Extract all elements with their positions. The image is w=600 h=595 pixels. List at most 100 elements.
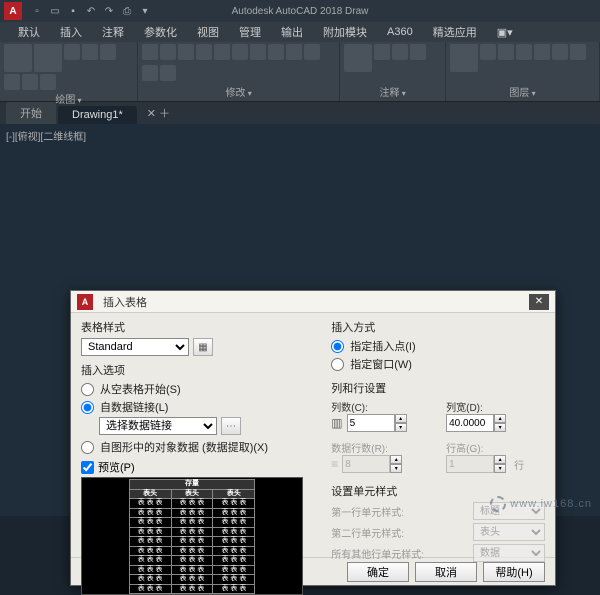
other-row-select: 数据 bbox=[473, 544, 545, 562]
line-tool-icon[interactable] bbox=[4, 44, 32, 72]
tab-annotate[interactable]: 注释 bbox=[92, 22, 134, 42]
cols-input[interactable] bbox=[347, 414, 395, 432]
layer-on-icon[interactable] bbox=[480, 44, 496, 60]
qat-save-icon[interactable]: ▪ bbox=[65, 4, 81, 18]
ribbon-panel-draw: 绘图 bbox=[0, 42, 138, 101]
dialog-icon: A bbox=[77, 294, 93, 310]
new-tab-icon[interactable]: ✕ ＋ bbox=[139, 102, 178, 124]
cancel-button[interactable]: 取消 bbox=[415, 562, 477, 582]
watermark: www.iw168.cn bbox=[490, 496, 592, 512]
rotate-tool-icon[interactable] bbox=[178, 44, 194, 60]
spline-tool-icon[interactable] bbox=[40, 74, 56, 90]
text-tool-icon[interactable] bbox=[344, 44, 372, 72]
rect-tool-icon[interactable] bbox=[100, 44, 116, 60]
qat-undo-icon[interactable]: ↶ bbox=[83, 4, 99, 18]
circle-tool-icon[interactable] bbox=[64, 44, 80, 60]
app-title: Autodesk AutoCAD 2018 Draw bbox=[232, 6, 369, 17]
qat-open-icon[interactable]: ▭ bbox=[47, 4, 63, 18]
file-tabs: 开始 Drawing1* ✕ ＋ bbox=[0, 102, 600, 124]
hatch-tool-icon[interactable] bbox=[22, 74, 38, 90]
spin-up-icon[interactable]: ▴ bbox=[395, 414, 407, 423]
polyline-tool-icon[interactable] bbox=[34, 44, 62, 72]
colw-label: 列宽(D): bbox=[446, 399, 545, 414]
drawing-canvas[interactable]: [-][俯视][二维线框] A 插入表格 ✕ 表格样式 Standard ▦ 插… bbox=[0, 124, 600, 516]
insert-table-dialog: A 插入表格 ✕ 表格样式 Standard ▦ 插入选项 从空表格开始(S) … bbox=[70, 290, 556, 586]
tab-a360[interactable]: A360 bbox=[377, 24, 423, 40]
radio-datalink-label: 自数据链接(L) bbox=[100, 399, 168, 415]
fillet-tool-icon[interactable] bbox=[250, 44, 266, 60]
dialog-titlebar[interactable]: A 插入表格 ✕ bbox=[71, 291, 555, 313]
layer-lock-icon[interactable] bbox=[516, 44, 532, 60]
array-tool-icon[interactable] bbox=[268, 44, 284, 60]
table-tool-icon[interactable] bbox=[410, 44, 426, 60]
radio-extract[interactable] bbox=[81, 441, 94, 454]
close-icon[interactable]: ✕ bbox=[529, 294, 549, 310]
ok-button[interactable]: 确定 bbox=[347, 562, 409, 582]
explode-tool-icon[interactable] bbox=[142, 65, 158, 81]
radio-insert-point[interactable] bbox=[331, 340, 344, 353]
help-button[interactable]: 帮助(H) bbox=[483, 562, 545, 582]
trim-tool-icon[interactable] bbox=[196, 44, 212, 60]
viewport-label[interactable]: [-][俯视][二维线框] bbox=[6, 128, 86, 143]
radio-datalink[interactable] bbox=[81, 401, 94, 414]
tab-overflow-icon[interactable]: ▣▾ bbox=[487, 24, 523, 41]
spin-up-icon[interactable]: ▴ bbox=[494, 414, 506, 423]
offset-tool-icon[interactable] bbox=[286, 44, 302, 60]
preview-label: 预览(P) bbox=[98, 459, 135, 475]
ribbon-panel-modify: 修改 bbox=[138, 42, 340, 101]
tab-insert[interactable]: 插入 bbox=[50, 22, 92, 42]
panel-label-modify[interactable]: 修改 bbox=[142, 83, 335, 99]
tab-parametric[interactable]: 参数化 bbox=[134, 22, 187, 42]
tab-view[interactable]: 视图 bbox=[187, 22, 229, 42]
radio-window[interactable] bbox=[331, 358, 344, 371]
tab-featured[interactable]: 精选应用 bbox=[423, 22, 487, 42]
copy-tool-icon[interactable] bbox=[160, 44, 176, 60]
ellipse-tool-icon[interactable] bbox=[4, 74, 20, 90]
layer-props-icon[interactable] bbox=[450, 44, 478, 72]
layer-prev-icon[interactable] bbox=[570, 44, 586, 60]
layer-match-icon[interactable] bbox=[534, 44, 550, 60]
tab-manage[interactable]: 管理 bbox=[229, 22, 271, 42]
table-style-launch-icon[interactable]: ▦ bbox=[193, 338, 213, 356]
second-row-label: 第二行单元样式: bbox=[331, 525, 404, 540]
erase-tool-icon[interactable] bbox=[304, 44, 320, 60]
tab-default[interactable]: 默认 bbox=[8, 22, 50, 42]
rows-icon: ≡ bbox=[331, 457, 338, 471]
tab-addins[interactable]: 附加模块 bbox=[313, 22, 377, 42]
radio-empty-label: 从空表格开始(S) bbox=[100, 381, 181, 397]
dialog-title: 插入表格 bbox=[103, 294, 147, 310]
tab-output[interactable]: 输出 bbox=[271, 22, 313, 42]
dim-tool-icon[interactable] bbox=[374, 44, 390, 60]
colw-input[interactable] bbox=[446, 414, 494, 432]
table-preview: 存量 表头表头表头 表 表 表表 表 表表 表 表 表 表 表表 表 表表 表 … bbox=[81, 477, 303, 595]
qat-new-icon[interactable]: ▫ bbox=[29, 4, 45, 18]
leader-tool-icon[interactable] bbox=[392, 44, 408, 60]
datalink-select[interactable]: 选择数据链接 bbox=[99, 417, 217, 435]
radio-insert-point-label: 指定插入点(I) bbox=[350, 338, 415, 354]
panel-label-layers[interactable]: 图层 bbox=[450, 83, 595, 99]
scale-tool-icon[interactable] bbox=[232, 44, 248, 60]
qat-redo-icon[interactable]: ↷ bbox=[101, 4, 117, 18]
radio-extract-label: 自图形中的对象数据 (数据提取)(X) bbox=[100, 439, 268, 455]
mirror-tool-icon[interactable] bbox=[214, 44, 230, 60]
qat-plot-icon[interactable]: ⎙ bbox=[119, 4, 135, 18]
table-style-select[interactable]: Standard bbox=[81, 338, 189, 356]
start-tab[interactable]: 开始 bbox=[6, 102, 56, 124]
layer-iso-icon[interactable] bbox=[552, 44, 568, 60]
layer-freeze-icon[interactable] bbox=[498, 44, 514, 60]
panel-label-annotate[interactable]: 注释 bbox=[344, 83, 441, 99]
spin-down-icon[interactable]: ▾ bbox=[494, 423, 506, 432]
ribbon-panel-layers: 图层 bbox=[446, 42, 600, 101]
drawing-tab[interactable]: Drawing1* bbox=[58, 106, 137, 124]
spin-down-icon[interactable]: ▾ bbox=[395, 423, 407, 432]
rowcol-label: 列和行设置 bbox=[331, 380, 545, 396]
radio-empty[interactable] bbox=[81, 383, 94, 396]
stretch-tool-icon[interactable] bbox=[160, 65, 176, 81]
move-tool-icon[interactable] bbox=[142, 44, 158, 60]
datarows-input bbox=[342, 455, 390, 473]
qat-dropdown-icon[interactable]: ▾ bbox=[137, 4, 153, 18]
arc-tool-icon[interactable] bbox=[82, 44, 98, 60]
preview-checkbox[interactable] bbox=[81, 461, 94, 474]
rowh-input bbox=[446, 455, 494, 473]
datalink-launch-icon[interactable]: ⋯ bbox=[221, 417, 241, 435]
